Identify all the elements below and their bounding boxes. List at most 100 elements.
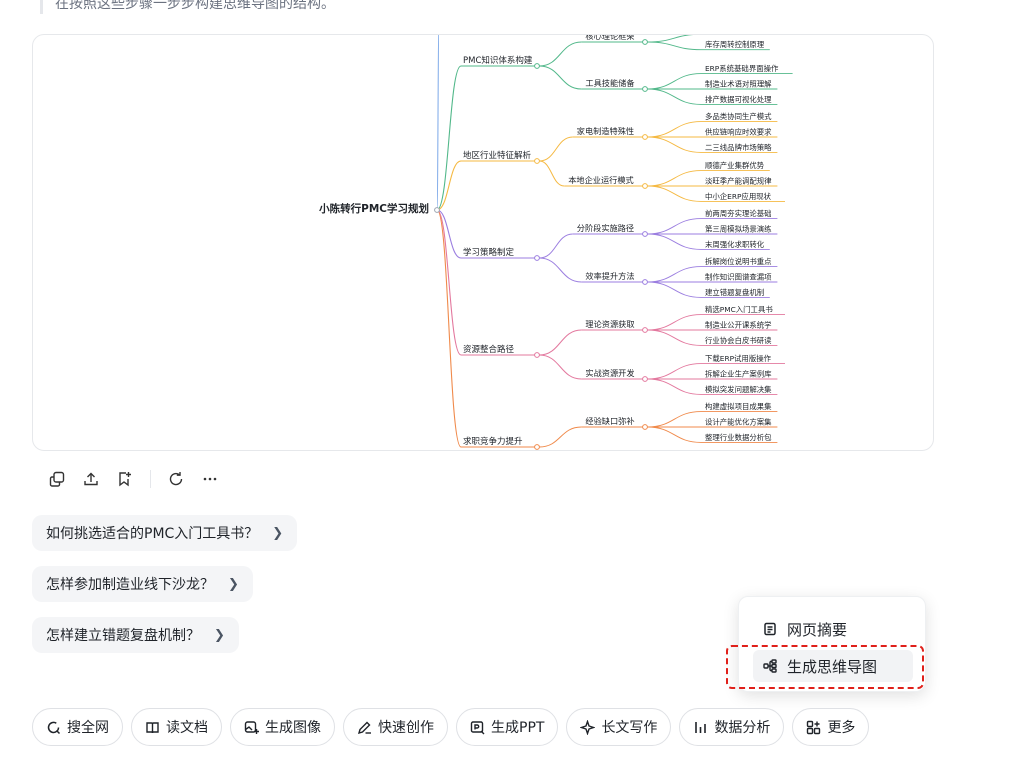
intro-text: 在按照这些步骤一步步构建思维导图的结构。	[40, 0, 335, 14]
mindmap-leaf-node[interactable]: 构建虚拟项目成果集	[705, 402, 772, 411]
pen-icon	[357, 721, 371, 734]
mindmap-child-link	[539, 354, 582, 380]
tool-quick-create[interactable]: 快速创作	[343, 708, 448, 746]
mindmap-leaf-node[interactable]: 拆解企业生产案例库	[705, 369, 772, 378]
mindmap-leaf-link	[647, 281, 702, 298]
mindmap-leaf-node[interactable]: 中小企ERP应用现状	[705, 192, 772, 201]
mindmap-child-node[interactable]: 分阶段实施路径	[577, 223, 634, 233]
mindmap-leaf-link	[647, 363, 702, 380]
mindmap-child-node[interactable]: 工具技能储备	[585, 78, 634, 88]
mindmap-leaf-node[interactable]: 库存周转控制原理	[705, 40, 765, 49]
share-button[interactable]	[74, 466, 108, 492]
mindmap-collapse-dot[interactable]	[642, 39, 648, 45]
tool-generate-ppt[interactable]: 生成PPT	[456, 708, 559, 746]
bookmark-button[interactable]	[108, 466, 142, 492]
mindmap-leaf-node[interactable]: 制造业术语对照理解	[705, 79, 772, 88]
mindmap-leaf-node[interactable]: 二三线品牌市场策略	[705, 143, 772, 152]
mindmap-leaf-node[interactable]: 供应链响应时效要求	[705, 127, 772, 136]
mindmap-icon	[763, 659, 777, 673]
mindmap-leaf-node[interactable]: 排产数据可视化处理	[705, 95, 772, 104]
document-icon	[764, 622, 776, 636]
mindmap-child-node[interactable]: 理论资源获取	[585, 319, 634, 329]
mindmap-child-link	[539, 233, 573, 259]
mindmap-leaf-node[interactable]: 下载ERP试用版操作	[705, 354, 772, 363]
mindmap-leaf-node[interactable]: 制造业公开课系统学	[705, 320, 772, 329]
mindmap-collapse-dot[interactable]	[642, 134, 648, 140]
mindmap-root-dot[interactable]	[434, 207, 440, 213]
mindmap-collapse-dot[interactable]	[534, 158, 540, 164]
mindmap-child-node[interactable]: 家电制造特殊性	[577, 126, 634, 136]
mindmap-collapse-dot[interactable]	[534, 63, 540, 69]
mindmap-child-link	[539, 136, 573, 162]
mindmap-leaf-node[interactable]: 末周强化求职转化	[705, 240, 765, 249]
mindmap-child-node[interactable]: 本地企业运行模式	[568, 175, 634, 185]
mindmap-child-link	[539, 329, 582, 356]
tool-read-doc[interactable]: 读文档	[131, 708, 222, 746]
mindmap-collapse-dot[interactable]	[534, 352, 540, 358]
regenerate-button[interactable]	[159, 466, 193, 492]
mindmap-leaf-node[interactable]: 制作知识图谱查漏项	[705, 272, 772, 281]
mindmap-collapse-dot[interactable]	[642, 86, 648, 92]
dropdown-item-label: 网页摘要	[787, 620, 848, 639]
mindmap-leaf-node[interactable]: 设计产能优化方案集	[705, 417, 772, 426]
mindmap-leaf-node[interactable]: 行业协会白皮书研读	[705, 336, 772, 345]
mindmap-child-node[interactable]: 实战资源开发	[585, 368, 634, 378]
mindmap-branch-node[interactable]: 求职竞争力提升	[463, 436, 523, 447]
tool-search-web[interactable]: 搜全网	[32, 708, 123, 746]
mindmap-collapse-dot[interactable]	[642, 231, 648, 237]
mindmap-collapse-dot[interactable]	[642, 376, 648, 382]
more-actions-button[interactable]	[193, 466, 227, 492]
mindmap-leaf-node[interactable]: 整理行业数据分析包	[705, 433, 772, 442]
book-icon	[146, 721, 159, 733]
tool-more[interactable]: 更多	[792, 708, 870, 746]
mindmap-root-node[interactable]: 小陈转行PMC学习规划	[318, 202, 429, 215]
tool-long-writing[interactable]: 长文写作	[566, 708, 672, 746]
mindmap-leaf-node[interactable]: ERP系统基础界面操作	[705, 64, 779, 73]
suggestion-chip-3[interactable]: 怎样建立错题复盘机制？ ❯	[32, 617, 239, 653]
mindmap-canvas: PMC知识体系构建核心理论框架物料需求计算方法论库存周转控制原理工具技能储备ER…	[285, 35, 793, 450]
suggestion-chip-1[interactable]: 如何挑选适合的PMC入门工具书？ ❯	[32, 515, 298, 551]
mindmap-collapse-dot[interactable]	[642, 279, 648, 285]
mindmap-branch-node[interactable]: 地区行业特征解析	[463, 150, 532, 161]
mindmap-child-node[interactable]: 效率提升方法	[585, 271, 634, 281]
tool-label: 生成图像	[265, 720, 321, 736]
dropdown-item-mindmap[interactable]: 生成思维导图	[753, 650, 913, 682]
dropdown-item-web-summary[interactable]: 网页摘要	[753, 613, 913, 645]
mindmap-leaf-node[interactable]: 模拟突发问题解决集	[705, 385, 772, 394]
mindmap-child-link	[539, 426, 582, 448]
mindmap-collapse-dot[interactable]	[534, 444, 540, 450]
mindmap-leaf-node[interactable]: 淡旺季产能调配规律	[705, 176, 772, 185]
chevron-right-icon: ❯	[214, 627, 225, 643]
mindmap-leaf-link	[647, 266, 702, 283]
mindmap-leaf-link	[647, 218, 702, 235]
suggestion-chip-2[interactable]: 怎样参加制造业线下沙龙？ ❯	[32, 566, 253, 602]
mindmap-leaf-link	[647, 411, 702, 428]
mindmap-leaf-node[interactable]: 顺德产业集群优势	[705, 161, 765, 170]
mindmap-leaf-node[interactable]: 拆解岗位说明书重点	[705, 257, 772, 266]
mindmap-card[interactable]: PMC知识体系构建核心理论框架物料需求计算方法论库存周转控制原理工具技能储备ER…	[32, 34, 934, 451]
mindmap-leaf-link	[647, 314, 702, 331]
sparkle-icon	[580, 719, 596, 735]
tool-generate-image[interactable]: 生成图像	[230, 708, 335, 746]
mindmap-collapse-dot[interactable]	[534, 255, 540, 261]
mindmap-child-node[interactable]: 核心理论框架	[585, 35, 634, 41]
mindmap-branch-node[interactable]: 资源整合路径	[463, 344, 515, 355]
mindmap-collapse-dot[interactable]	[642, 183, 648, 189]
tool-data-analysis[interactable]: 数据分析	[679, 708, 785, 746]
mindmap-branch-node[interactable]: 学习策略制定	[463, 247, 515, 258]
tool-label: 数据分析	[714, 720, 771, 736]
mindmap-collapse-dot[interactable]	[642, 424, 648, 430]
mindmap-leaf-node[interactable]: 第三周模拟场景演练	[705, 224, 772, 233]
mindmap-collapse-dot[interactable]	[642, 327, 648, 333]
mindmap-leaf-link	[647, 378, 702, 395]
copy-button[interactable]	[40, 466, 74, 492]
mindmap-leaf-node[interactable]: 精选PMC入门工具书	[705, 305, 773, 314]
mindmap-leaf-node[interactable]: 多品类协同生产模式	[705, 112, 772, 121]
suggestion-text: 怎样建立错题复盘机制？	[46, 628, 200, 644]
tool-label: 读文档	[166, 720, 208, 736]
mindmap-leaf-node[interactable]: 建立错题复盘机制	[705, 288, 764, 297]
mindmap-leaf-node[interactable]: 前两周夯实理论基础	[705, 209, 772, 218]
mindmap-branch-node[interactable]: PMC知识体系构建	[463, 55, 533, 66]
mindmap-child-link	[539, 41, 582, 67]
mindmap-child-node[interactable]: 经验缺口弥补	[585, 416, 634, 426]
